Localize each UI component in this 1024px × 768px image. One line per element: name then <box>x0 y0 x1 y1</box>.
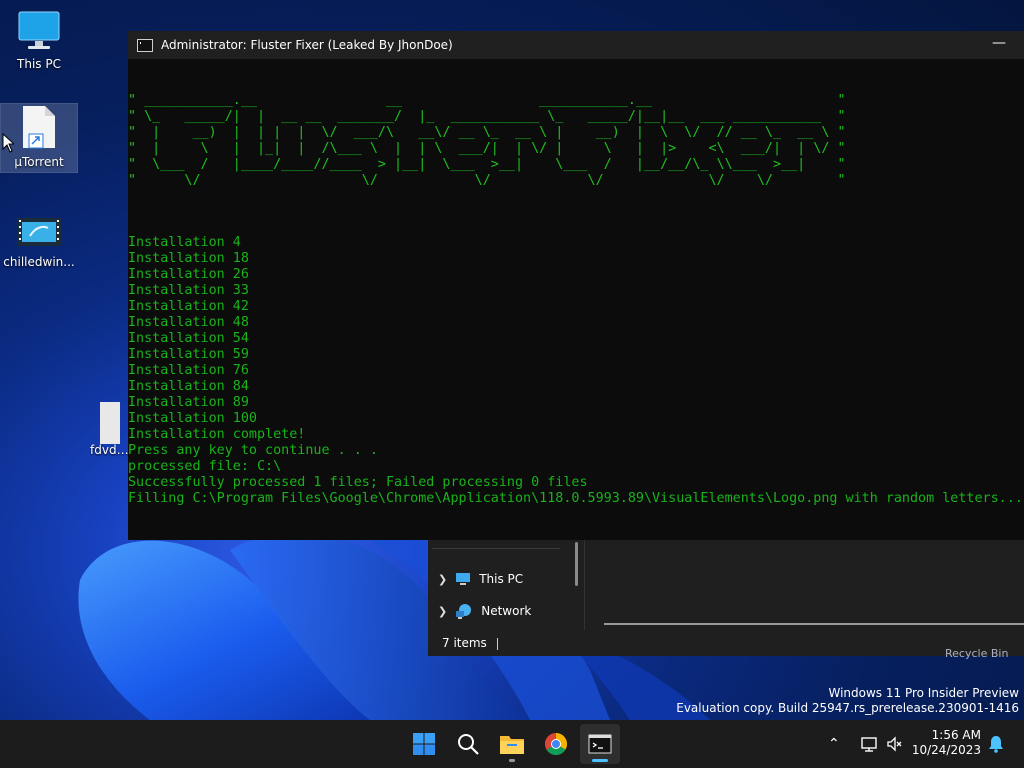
windows-logo-icon <box>413 733 435 755</box>
watermark-line: Evaluation copy. Build 25947.rs_prerelea… <box>676 701 1019 715</box>
taskbar: ⌃ 1:56 AM 10/24/2023 <box>0 720 1024 768</box>
clock-time: 1:56 AM <box>931 728 981 742</box>
console-line: processed file: C:\ <box>128 459 282 474</box>
chevron-right-icon: ❯ <box>438 604 448 618</box>
mouse-cursor <box>2 132 16 157</box>
running-indicator <box>509 759 515 762</box>
scrollbar[interactable] <box>575 542 578 586</box>
watermark-line: Windows 11 Pro Insider Preview <box>828 686 1019 700</box>
desktop-icon-chilledwin[interactable]: chilledwin... <box>1 216 77 269</box>
console-line: Installation 100 <box>128 411 257 426</box>
recycle-bin-label: Recycle Bin <box>945 647 1009 660</box>
bell-icon <box>989 736 1003 753</box>
chrome-icon <box>545 733 567 755</box>
console-line: Installation 59 <box>128 347 249 362</box>
running-indicator <box>592 759 608 762</box>
nav-item-this-pc[interactable]: ❯ This PC <box>438 567 523 591</box>
video-file-icon <box>17 218 61 246</box>
console-line: Press any key to continue . . . <box>128 443 378 458</box>
desktop-icon-label: This PC <box>17 57 61 71</box>
volume-button[interactable] <box>886 720 904 768</box>
file-icon <box>100 402 120 444</box>
console-icon <box>137 38 153 52</box>
desktop-icon-label: μTorrent <box>14 155 64 169</box>
nav-item-label: This PC <box>479 572 524 586</box>
console-line: Successfully processed 1 files; Failed p… <box>128 475 588 490</box>
search-icon <box>458 734 479 755</box>
console-line: Installation 76 <box>128 363 249 378</box>
notifications-button[interactable] <box>988 720 1004 768</box>
desktop-icon-this-pc[interactable]: This PC <box>1 10 77 71</box>
nav-item-network[interactable]: ❯ Network <box>438 599 531 623</box>
chevron-up-icon: ⌃ <box>828 736 840 752</box>
search-button[interactable] <box>448 724 488 764</box>
system-clock[interactable]: 1:56 AM 10/24/2023 <box>908 728 981 758</box>
console-output[interactable]: " ___________.__ __ ___________.__ " " \… <box>128 61 1024 540</box>
console-line: Installation 18 <box>128 251 249 266</box>
console-line: Installation 84 <box>128 379 249 394</box>
ascii-banner: " ___________.__ __ ___________.__ " " \… <box>128 93 846 188</box>
status-bar: 7 items <box>442 636 498 650</box>
file-shortcut-icon <box>23 106 55 149</box>
console-line: Installation 26 <box>128 267 249 282</box>
clock-date: 10/24/2023 <box>911 743 981 757</box>
console-line: Filling C:\Program Files\Google\Chrome\A… <box>128 491 1023 506</box>
console-line: Installation 48 <box>128 315 249 330</box>
console-line: Installation 54 <box>128 331 249 346</box>
network-icon <box>456 604 472 619</box>
taskbar-app-chrome[interactable] <box>536 724 576 764</box>
navigation-pane: ❯ This PC ❯ Network <box>428 540 578 630</box>
console-line: Installation 42 <box>128 299 249 314</box>
console-line: Installation 33 <box>128 283 249 298</box>
title-bar[interactable]: Administrator: Fluster Fixer (Leaked By … <box>128 31 1024 59</box>
item-count: 7 items <box>442 636 487 650</box>
monitor-icon <box>18 11 60 49</box>
network-icon <box>861 737 877 752</box>
output-lines: Installation 4 Installation 18 Installatio… <box>128 235 1024 507</box>
start-button[interactable] <box>404 724 444 764</box>
pane-divider <box>584 540 585 630</box>
console-window[interactable]: Administrator: Fluster Fixer (Leaked By … <box>128 31 1024 540</box>
console-line: Installation complete! <box>128 427 306 442</box>
speaker-muted-icon <box>887 736 902 752</box>
desktop-icon-fdvdvc[interactable]: fdvdvc <box>90 400 130 457</box>
console-line: Installation 4 <box>128 235 241 250</box>
taskbar-app-terminal[interactable] <box>580 724 620 764</box>
windows-watermark: Windows 11 Pro Insider Preview Evaluatio… <box>676 686 1019 716</box>
network-status-button[interactable] <box>860 720 878 768</box>
desktop-icon-label: chilledwin... <box>3 255 75 269</box>
nav-item-label: Network <box>481 604 532 618</box>
taskbar-app-file-explorer[interactable] <box>492 724 532 764</box>
show-hidden-icons-button[interactable]: ⌃ <box>828 720 840 768</box>
chevron-right-icon: ❯ <box>438 572 448 586</box>
monitor-icon <box>456 573 471 585</box>
folder-icon <box>500 736 524 754</box>
desktop-icon-label: fdvdvc <box>90 443 130 457</box>
scrollbar[interactable] <box>604 623 1024 625</box>
console-line: Installation 89 <box>128 395 249 410</box>
terminal-icon <box>588 734 612 754</box>
minimize-button[interactable]: — <box>992 36 1006 51</box>
status-separator <box>496 637 498 650</box>
window-title: Administrator: Fluster Fixer (Leaked By … <box>161 38 453 52</box>
file-explorer-window[interactable]: ❯ This PC ❯ Network 7 items <box>428 540 1024 656</box>
